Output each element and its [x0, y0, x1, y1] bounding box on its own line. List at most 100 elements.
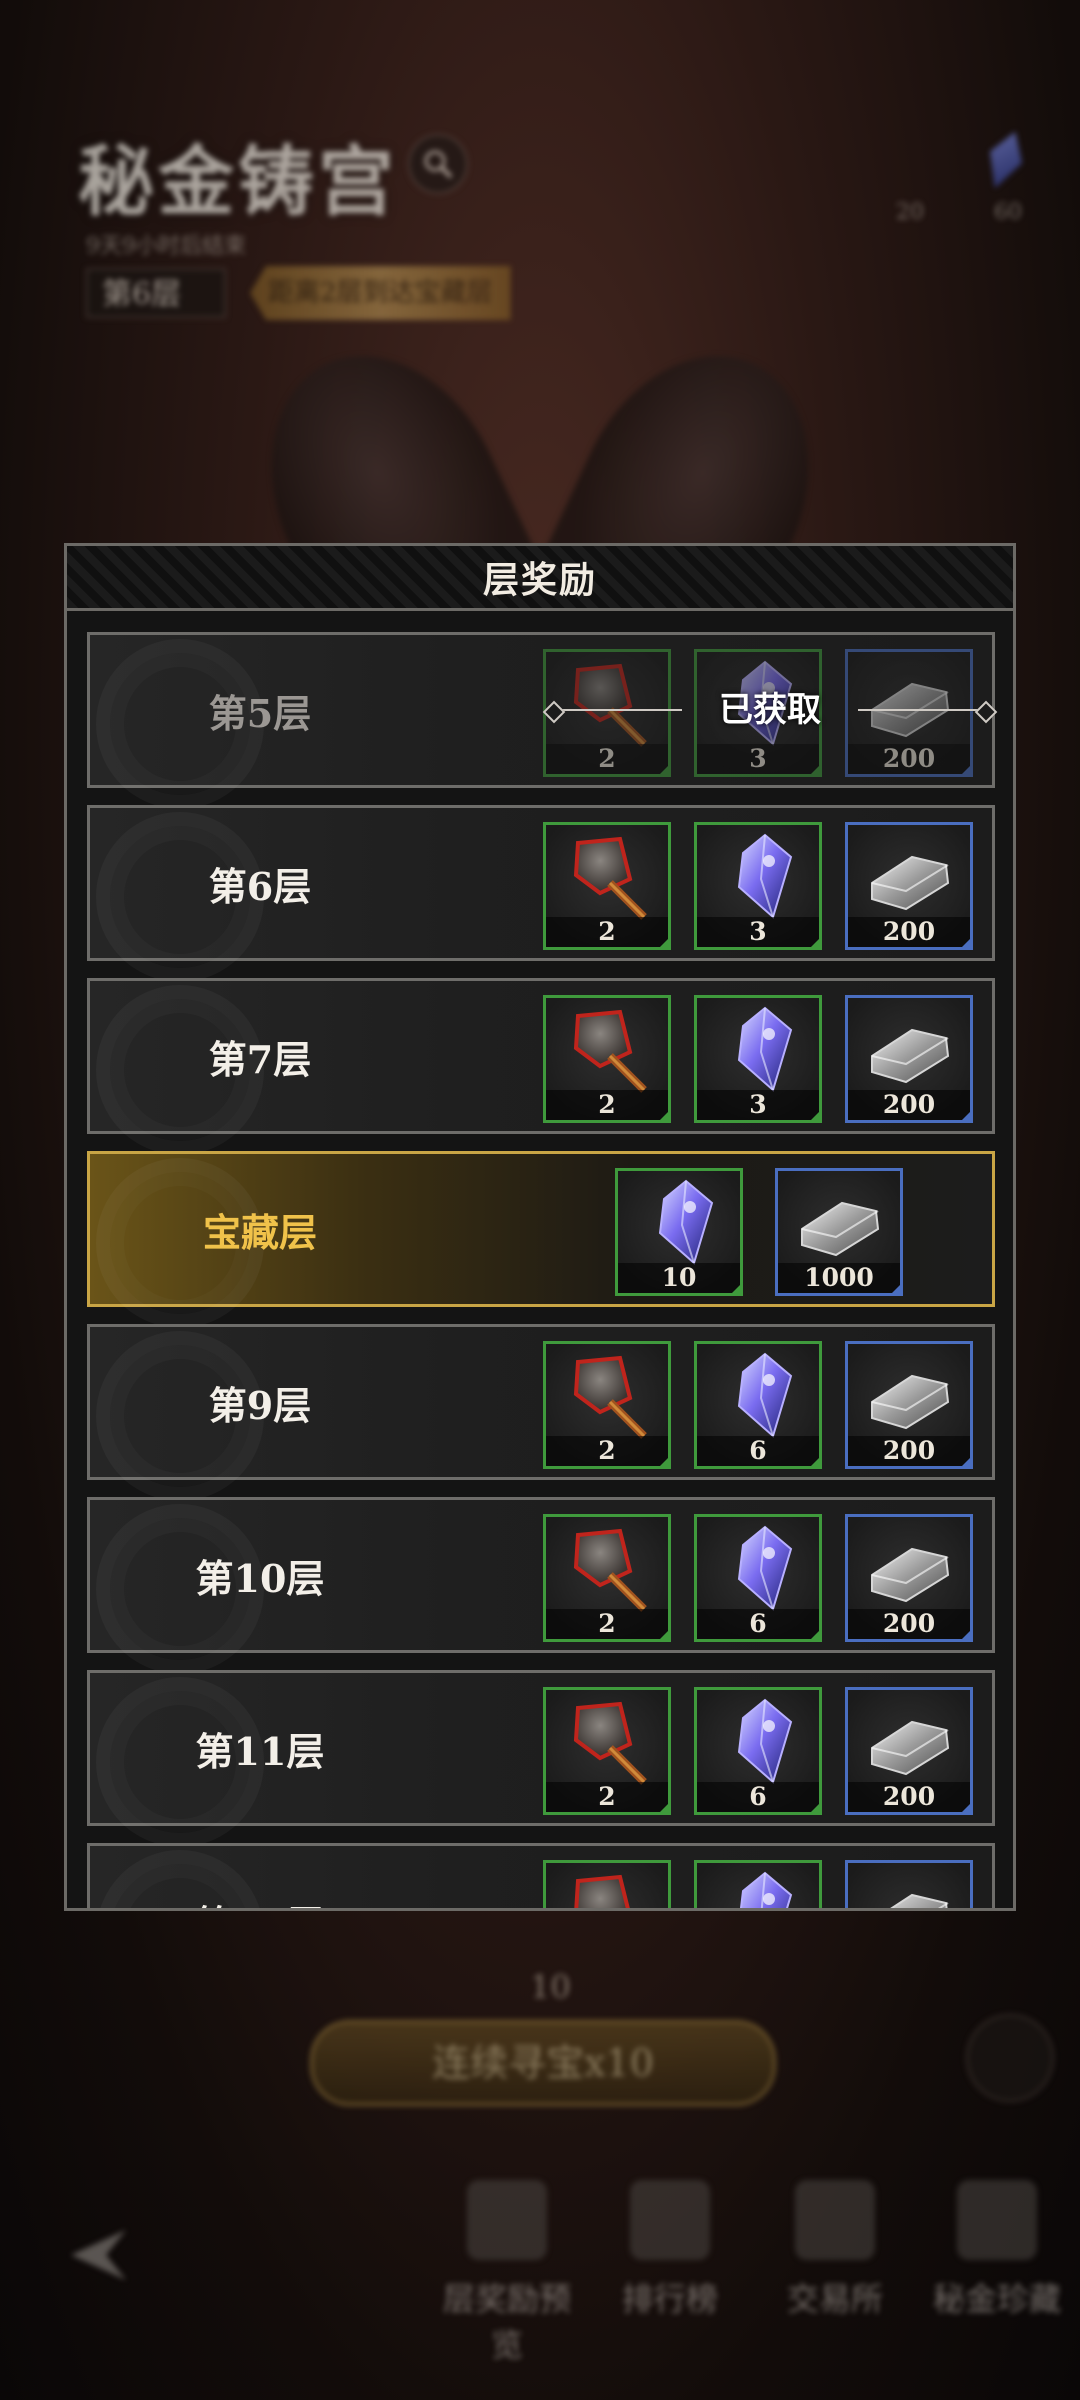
- rarity-corner: [808, 1455, 822, 1469]
- floor-label: 第6层: [208, 863, 312, 909]
- reward-quantity: 200: [848, 1436, 970, 1466]
- reward-item[interactable]: 2: [543, 995, 671, 1123]
- shovel-icon: [558, 1350, 656, 1440]
- rarity-corner: [657, 1109, 671, 1123]
- crystal-icon: [709, 1523, 807, 1613]
- shovel-icon: [558, 658, 656, 748]
- current-floor-badge: 第6层: [86, 268, 226, 318]
- ingot-icon: [860, 658, 958, 748]
- ingot-icon: [860, 1696, 958, 1786]
- roll-count: 10: [530, 1968, 571, 2006]
- floor-label: 第7层: [208, 1036, 312, 1082]
- ingot-icon: [860, 831, 958, 921]
- reward-item[interactable]: 1000: [775, 1168, 903, 1296]
- nav-collection[interactable]: 秘金珍藏: [922, 2180, 1072, 2320]
- ingot-icon: [860, 1523, 958, 1613]
- floor-row: 第10层 2 6 200: [87, 1497, 995, 1674]
- reward-item[interactable]: 2: [543, 1341, 671, 1469]
- rarity-corner: [959, 1109, 973, 1123]
- reward-quantity: 10: [618, 1263, 740, 1293]
- reward-quantity: 2: [546, 744, 668, 774]
- reward-quantity: 200: [848, 744, 970, 774]
- reward-item[interactable]: 6: [694, 1341, 822, 1469]
- floor-label: 宝藏层: [202, 1209, 317, 1255]
- crystal-icon: [709, 1696, 807, 1786]
- reward-quantity: 200: [848, 1090, 970, 1120]
- shovel-icon: [558, 831, 656, 921]
- crystal-icon: [709, 1004, 807, 1094]
- reward-quantity: 6: [697, 1436, 819, 1466]
- reward-item[interactable]: 200: [845, 822, 973, 950]
- floor-label: 第5层: [208, 690, 312, 736]
- claimed-divider: [552, 709, 682, 711]
- floor-row: 第12层: [87, 1843, 995, 1908]
- reward-quantity: 2: [546, 1609, 668, 1639]
- floor-row: 第5层 2 3 200 已获取: [87, 632, 998, 809]
- crystal-icon: [709, 831, 807, 921]
- rarity-corner: [808, 1109, 822, 1123]
- rarity-corner: [808, 1801, 822, 1815]
- reward-item[interactable]: 6: [694, 1514, 822, 1642]
- reward-item[interactable]: 200: [845, 1341, 973, 1469]
- floor-row: 第9层 2 6 200: [87, 1324, 995, 1501]
- rarity-corner: [657, 763, 671, 777]
- floor-row: 第7层 2 3 200: [87, 978, 995, 1155]
- gem-icon: [979, 126, 1031, 194]
- reward-item[interactable]: [543, 1860, 671, 1908]
- ingot-icon: [790, 1177, 888, 1267]
- nav-leaderboard[interactable]: 排行榜: [595, 2180, 745, 2320]
- reward-item[interactable]: 3: [694, 995, 822, 1123]
- reward-quantity: 200: [848, 1609, 970, 1639]
- search-icon[interactable]: [408, 134, 468, 194]
- reward-quantity: 2: [546, 1090, 668, 1120]
- chest-icon: [467, 2180, 547, 2260]
- back-icon[interactable]: [56, 2220, 136, 2290]
- lock-icon[interactable]: [966, 2014, 1054, 2102]
- reward-item[interactable]: 200: [845, 649, 973, 777]
- roll-x10-button[interactable]: 连续寻宝x10: [310, 2020, 776, 2106]
- reward-item[interactable]: 6: [694, 1687, 822, 1815]
- reward-item[interactable]: [845, 1860, 973, 1908]
- reward-quantity: 2: [546, 1436, 668, 1466]
- reward-quantity: 200: [848, 1782, 970, 1812]
- rarity-corner: [889, 1282, 903, 1296]
- divider-diamond: [974, 700, 998, 724]
- crystal-icon: [709, 1869, 807, 1908]
- reward-item[interactable]: 2: [543, 1514, 671, 1642]
- floor-label: 第10层: [195, 1555, 325, 1601]
- floor-row: 第6层 2 3 200: [87, 805, 995, 982]
- exchange-icon: [795, 2180, 875, 2260]
- shovel-icon: [558, 1869, 656, 1908]
- treasure-floor-hint: 距离2层到达宝藏层: [250, 266, 511, 320]
- collection-icon: [957, 2180, 1037, 2260]
- event-title: 秘金铸宫: [78, 137, 398, 226]
- resource-count-right: 60: [994, 200, 1022, 225]
- panel-title: 层奖励: [482, 559, 597, 601]
- crystal-icon: [630, 1177, 728, 1267]
- reward-quantity: 200: [848, 917, 970, 947]
- rarity-corner: [959, 1628, 973, 1642]
- reward-quantity: 3: [697, 1090, 819, 1120]
- panel-header: 层奖励: [67, 546, 1013, 611]
- reward-item[interactable]: 3: [694, 822, 822, 950]
- rarity-corner: [808, 936, 822, 950]
- reward-item[interactable]: 2: [543, 822, 671, 950]
- rarity-corner: [959, 1455, 973, 1469]
- reward-item[interactable]: 200: [845, 1687, 973, 1815]
- reward-item[interactable]: 2: [543, 1687, 671, 1815]
- reward-item[interactable]: [694, 1860, 822, 1908]
- reward-item[interactable]: 10: [615, 1168, 743, 1296]
- rarity-corner: [657, 1628, 671, 1642]
- reward-item[interactable]: 200: [845, 995, 973, 1123]
- shovel-icon: [558, 1696, 656, 1786]
- rarity-corner: [808, 1628, 822, 1642]
- rarity-corner: [657, 1801, 671, 1815]
- rarity-corner: [959, 936, 973, 950]
- nav-exchange[interactable]: 交易所: [760, 2180, 910, 2320]
- floor-list[interactable]: 第5层 2 3 200 已获取 第6层 2 3 200 第7层 2 3 200 宝藏层 10 1000 第9层 2…: [87, 632, 998, 1908]
- reward-item[interactable]: 200: [845, 1514, 973, 1642]
- reward-quantity: 2: [546, 1782, 668, 1812]
- reward-quantity: 6: [697, 1609, 819, 1639]
- rarity-corner: [808, 763, 822, 777]
- nav-floor-rewards[interactable]: 层奖励预览: [432, 2180, 582, 2366]
